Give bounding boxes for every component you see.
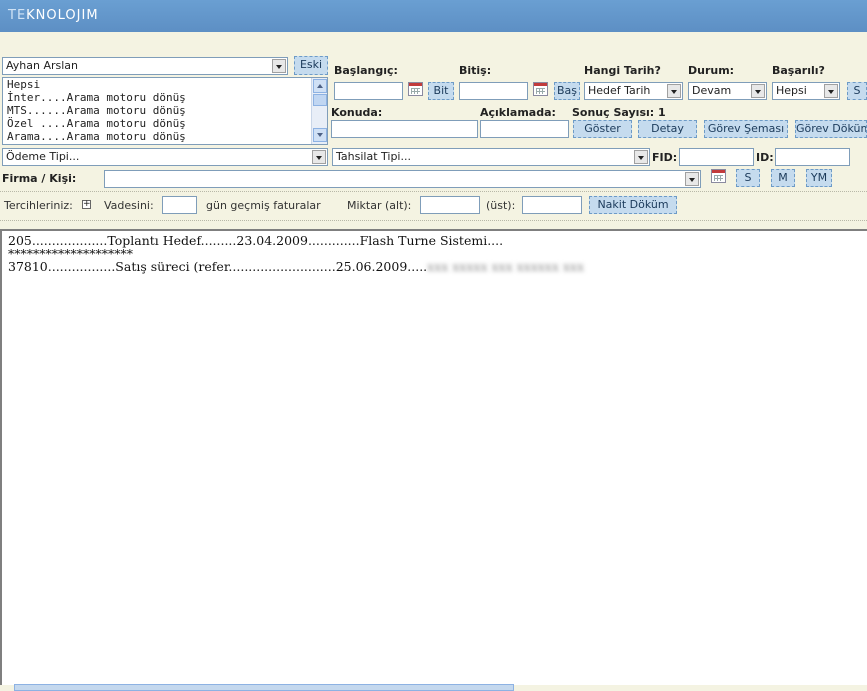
calendar-icon[interactable]	[711, 169, 726, 183]
bitis-date-input[interactable]	[459, 82, 528, 100]
hangi-tarih-label: Hangi Tarih?	[584, 64, 661, 77]
s-button[interactable]: S	[736, 169, 760, 187]
miktar-alt-input[interactable]	[420, 196, 480, 214]
chevron-down-icon	[312, 150, 326, 164]
calendar-icon[interactable]	[533, 82, 548, 96]
listbox-scrollbar[interactable]	[311, 78, 327, 144]
miktar-ust-input[interactable]	[522, 196, 582, 214]
result-line: 205...................Toplantı Hedef....…	[8, 233, 504, 248]
durum-label: Durum:	[688, 64, 735, 77]
bitis-label: Bitiş:	[459, 64, 492, 77]
durum-select[interactable]: Devam	[688, 82, 767, 100]
aciklamada-label: Açıklamada:	[480, 106, 556, 119]
tercihleriniz-label: Tercihleriniz:	[4, 199, 73, 212]
list-item[interactable]: İnter....Arama motoru dönüş	[3, 91, 327, 104]
scroll-down-icon[interactable]	[313, 128, 327, 142]
list-item[interactable]: MTS......Arama motoru dönüş	[3, 104, 327, 117]
firma-kisi-select[interactable]	[104, 170, 701, 188]
basarili-select[interactable]: Hepsi	[772, 82, 840, 100]
detay-button[interactable]: Detay	[638, 120, 697, 138]
expand-plus-icon[interactable]: +	[82, 200, 91, 209]
category-listbox[interactable]: Hepsi İnter....Arama motoru dönüş MTS...…	[2, 77, 328, 145]
scroll-up-icon[interactable]	[313, 79, 327, 93]
divider	[0, 191, 867, 192]
results-output[interactable]: 205...................Toplantı Hedef....…	[0, 229, 867, 685]
fid-label: FID:	[652, 151, 678, 164]
list-item[interactable]: Özel ....Arama motoru dönüş	[3, 117, 327, 130]
ust-label: (üst):	[486, 199, 516, 212]
chevron-down-icon	[272, 59, 286, 73]
chevron-down-icon	[824, 84, 838, 98]
bit-button[interactable]: Bit	[428, 82, 454, 100]
sonuc-sayisi: Sonuç Sayısı: 1	[572, 106, 666, 119]
gorev-dokum-button[interactable]: Görev Döküm	[795, 120, 867, 138]
basarili-label: Başarılı?	[772, 64, 825, 77]
tahsilat-tipi-select[interactable]: Tahsilat Tipi...	[332, 148, 650, 166]
list-item[interactable]: Hepsi	[3, 78, 327, 91]
gorev-semasi-button[interactable]: Görev Şeması	[704, 120, 788, 138]
konuda-label: Konuda:	[331, 106, 383, 119]
chevron-down-icon	[667, 84, 681, 98]
eski-button[interactable]: Eski	[294, 56, 328, 75]
goster-button[interactable]: Göster	[573, 120, 632, 138]
list-item[interactable]: Arama....Arama motoru dönüş	[3, 130, 327, 143]
chevron-down-icon	[634, 150, 648, 164]
chevron-down-icon	[751, 84, 765, 98]
bas-button[interactable]: Baş	[554, 82, 580, 100]
id-label: ID:	[756, 151, 774, 164]
konuda-input[interactable]	[331, 120, 478, 138]
calendar-icon[interactable]	[408, 82, 423, 96]
nakit-dokum-button[interactable]: Nakit Döküm	[589, 196, 677, 214]
user-select[interactable]: Ayhan Arslan	[2, 57, 288, 75]
app-logo: TEKNOLOJIM	[8, 8, 99, 23]
app-header	[0, 0, 867, 32]
m-button[interactable]: M	[771, 169, 795, 187]
s-top-button[interactable]: S	[847, 82, 867, 100]
gun-gecmis-label: gün geçmiş faturalar	[206, 199, 321, 212]
odeme-tipi-select[interactable]: Ödeme Tipi...	[2, 148, 328, 166]
id-input[interactable]	[775, 148, 850, 166]
miktar-alt-label: Miktar (alt):	[347, 199, 412, 212]
horizontal-scrollbar[interactable]	[14, 684, 514, 691]
hangi-tarih-select[interactable]: Hedef Tarih	[584, 82, 683, 100]
aciklamada-input[interactable]	[480, 120, 569, 138]
vadesini-label: Vadesini:	[104, 199, 154, 212]
ym-button[interactable]: YM	[806, 169, 832, 187]
vade-gun-input[interactable]	[162, 196, 197, 214]
chevron-down-icon	[685, 172, 699, 186]
baslangic-label: Başlangıç:	[334, 64, 398, 77]
fid-input[interactable]	[679, 148, 754, 166]
firma-kisi-label: Firma / Kişi:	[2, 172, 77, 185]
redacted-text: xxx xxxxx xxx xxxxxx xxx	[427, 259, 585, 274]
scroll-thumb[interactable]	[313, 94, 327, 106]
divider	[0, 220, 867, 221]
baslangic-date-input[interactable]	[334, 82, 403, 100]
result-line: 37810.................Satış süreci (refe…	[8, 259, 585, 274]
